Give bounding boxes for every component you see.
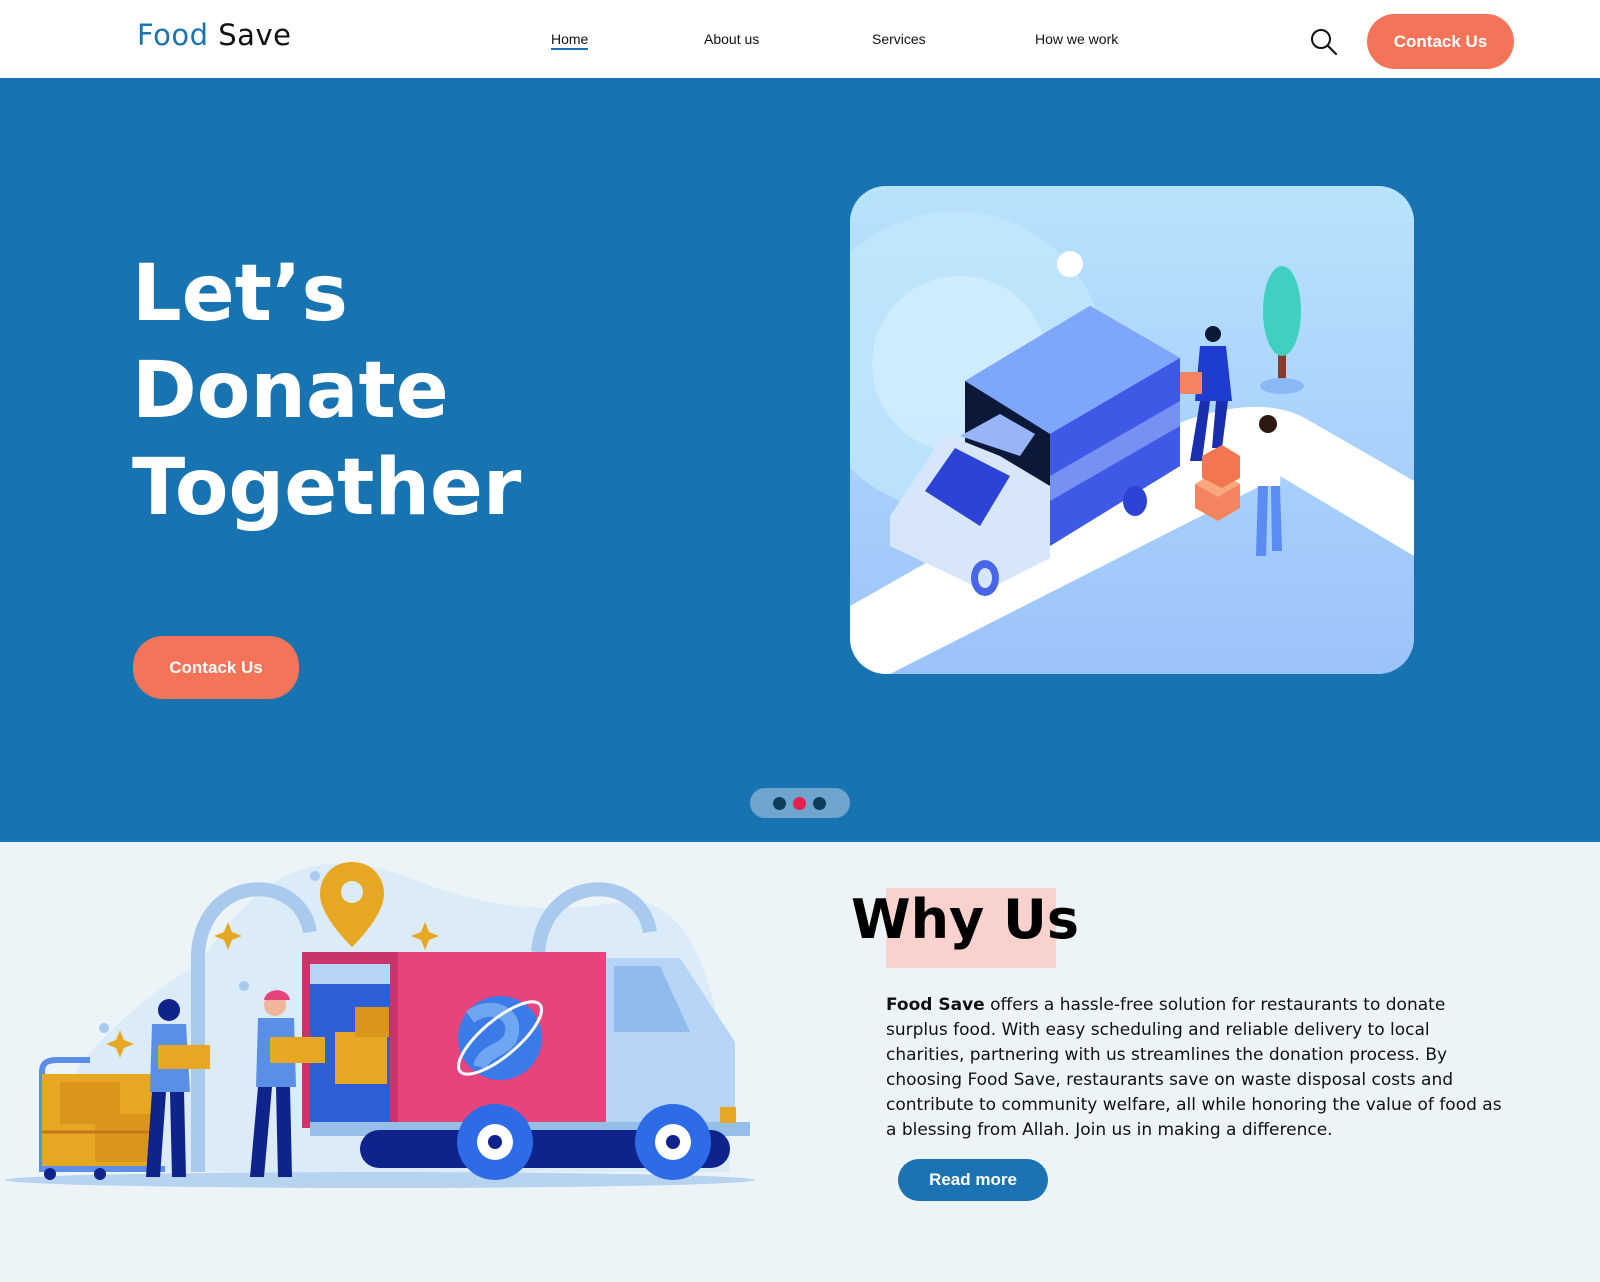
why-us-body: offers a hassle-free solution for restau… (886, 995, 1502, 1140)
header-contact-button[interactable]: Contack Us (1367, 14, 1514, 69)
hero-title: Let’s Donate Together (132, 246, 521, 537)
nav-how-we-work[interactable]: How we work (1035, 31, 1118, 47)
why-us-description: Food Save offers a hassle-free solution … (886, 993, 1508, 1143)
brand-name: Food Save (886, 995, 985, 1015)
why-us-illustration (0, 842, 760, 1202)
read-more-button[interactable]: Read more (898, 1159, 1048, 1201)
logo-part-food: Food (137, 18, 209, 52)
hero-section: Let’s Donate Together Contack Us (0, 78, 1600, 842)
hero-contact-button[interactable]: Contack Us (133, 636, 299, 699)
hero-delivery-illustration (850, 186, 1414, 674)
nav-services[interactable]: Services (872, 31, 926, 47)
logo-part-save: Save (218, 18, 292, 52)
hero-title-line: Donate (132, 346, 449, 436)
logo[interactable]: Food Save (137, 18, 291, 52)
carousel-dot[interactable] (773, 797, 786, 810)
search-icon[interactable] (1310, 28, 1338, 56)
carousel-dot-active[interactable] (793, 797, 806, 810)
hero-title-line: Let’s (132, 249, 348, 339)
nav-home[interactable]: Home (551, 31, 589, 50)
hero-title-line: Together (132, 443, 522, 533)
carousel-indicator (750, 788, 850, 818)
header: Food Save Home About us Services How we … (0, 0, 1600, 78)
why-us-title: Why Us (851, 888, 1079, 951)
nav-about-us[interactable]: About us (704, 31, 759, 47)
carousel-dot[interactable] (813, 797, 826, 810)
